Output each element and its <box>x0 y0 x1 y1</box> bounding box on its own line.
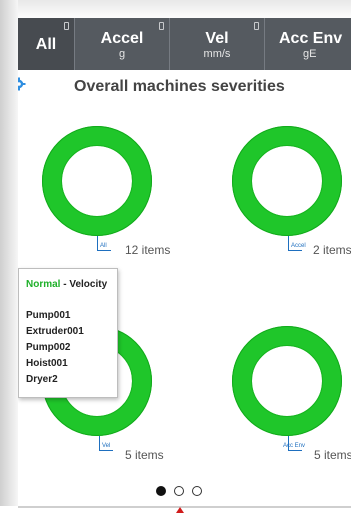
donut-outer-edge <box>42 126 152 236</box>
leader-line-all <box>97 236 98 250</box>
donut-chart-all[interactable] <box>42 126 152 236</box>
chart-count-accel: 2 items <box>313 243 351 257</box>
tab-vel-label: Vel <box>205 30 229 47</box>
tab-all[interactable]: All <box>18 18 75 70</box>
chart-tag-vel: Vel <box>102 443 111 449</box>
gear-icon[interactable] <box>18 77 26 91</box>
tooltip-machine-item: Dryer2 <box>26 374 58 385</box>
tooltip-machine-item: Hoist001 <box>26 358 68 369</box>
page-dot-2[interactable] <box>174 486 184 496</box>
tooltip-machine-item: Pump001 <box>26 310 71 321</box>
leader-tick-acc-env <box>288 450 302 451</box>
measurement-tab-bar: All Accel g Vel mm/s Acc Env gE <box>18 18 351 70</box>
chart-count-acc-env: 5 items <box>314 448 351 462</box>
tab-accel[interactable]: Accel g <box>75 18 170 70</box>
window-top-shadow <box>0 0 351 20</box>
tab-vel-unit: mm/s <box>203 48 231 60</box>
tooltip-machine-item: Pump002 <box>26 342 71 353</box>
tooltip-header: Normal - Velocity <box>26 279 117 290</box>
tooltip-measure: Velocity <box>69 279 108 290</box>
tab-vel[interactable]: Vel mm/s <box>170 18 265 70</box>
donut-inner-edge <box>251 145 323 217</box>
app: All Accel g Vel mm/s Acc Env gE Overall … <box>0 0 351 513</box>
chart-count-vel: 5 items <box>125 448 164 462</box>
leader-tick-all <box>97 250 111 251</box>
leader-tick-vel <box>99 450 113 451</box>
red-cursor-marker <box>176 507 184 513</box>
tab-acc-env[interactable]: Acc Env gE <box>265 18 351 70</box>
page-title: Overall machines severities <box>74 78 285 95</box>
page-dot-3[interactable] <box>192 486 202 496</box>
donut-inner-edge <box>251 345 323 417</box>
leader-line-vel <box>99 436 100 450</box>
donut-chart-accel[interactable] <box>232 126 342 236</box>
tab-acc-env-label: Acc Env <box>279 30 343 47</box>
page-dot-1[interactable] <box>156 486 166 496</box>
donut-outer-edge <box>232 326 342 436</box>
severity-panel: All Accel g Vel mm/s Acc Env gE Overall … <box>18 18 351 506</box>
chart-tag-acc-env: Acc Env <box>283 443 306 449</box>
tab-acc-env-unit: gE <box>303 48 317 60</box>
window-bottom-line <box>18 506 351 508</box>
tab-vel-marker-icon <box>254 22 259 30</box>
chart-tag-all: All <box>100 243 107 249</box>
tab-accel-label: Accel <box>100 30 144 47</box>
chart-tag-accel: Accel <box>291 243 306 249</box>
leader-tick-accel <box>288 250 302 251</box>
window-left-shadow <box>0 0 18 513</box>
chart-count-all: 12 items <box>125 243 171 257</box>
tooltip-machine-item: Extruder001 <box>26 326 84 337</box>
donut-chart-acc-env[interactable] <box>232 326 342 436</box>
tooltip-separator: - <box>60 279 70 290</box>
chart-tooltip: Normal - Velocity Pump001 Extruder001 Pu… <box>18 268 118 398</box>
leader-line-accel <box>288 236 289 250</box>
donut-outer-edge <box>232 126 342 236</box>
tab-all-marker-icon <box>64 22 69 30</box>
donut-inner-edge <box>61 145 133 217</box>
tab-accel-marker-icon <box>159 22 164 30</box>
tooltip-status: Normal <box>26 279 61 290</box>
page-indicator <box>156 486 202 496</box>
tab-accel-unit: g <box>118 48 126 60</box>
